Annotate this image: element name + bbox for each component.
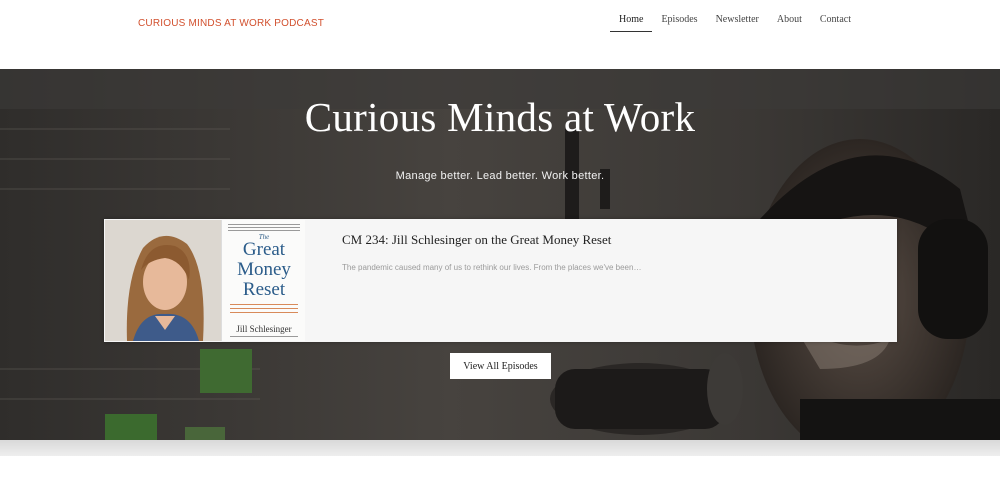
hero-section: Curious Minds at Work Manage better. Lea… xyxy=(0,69,1000,440)
site-brand-link[interactable]: CURIOUS MINDS AT WORK PODCAST xyxy=(138,18,324,29)
book-cover-title: Great Money Reset xyxy=(237,239,291,300)
featured-episode-excerpt: The pandemic caused many of us to rethin… xyxy=(342,263,642,272)
book-cover-image[interactable]: The Great Money Reset Jill Schlesinger xyxy=(221,220,305,341)
nav-home[interactable]: Home xyxy=(610,12,653,32)
nav-about[interactable]: About xyxy=(768,12,811,32)
featured-episode-card[interactable]: The Great Money Reset Jill Schlesinger C… xyxy=(104,219,897,342)
view-all-episodes-button[interactable]: View All Episodes xyxy=(450,353,551,379)
featured-episode-title-link[interactable]: CM 234: Jill Schlesinger on the Great Mo… xyxy=(342,232,611,248)
nav-contact[interactable]: Contact xyxy=(811,12,860,32)
guest-photo[interactable] xyxy=(105,220,221,341)
main-nav: Home Episodes Newsletter About Contact xyxy=(610,12,860,32)
hero-bottom-divider xyxy=(0,440,1000,456)
nav-newsletter[interactable]: Newsletter xyxy=(707,12,768,32)
hero-tagline: Manage better. Lead better. Work better. xyxy=(395,170,605,182)
site-header: CURIOUS MINDS AT WORK PODCAST Home Episo… xyxy=(0,0,1000,69)
hero-title: Curious Minds at Work xyxy=(304,94,696,140)
nav-episodes[interactable]: Episodes xyxy=(652,12,706,32)
book-cover-author: Jill Schlesinger xyxy=(236,324,292,334)
